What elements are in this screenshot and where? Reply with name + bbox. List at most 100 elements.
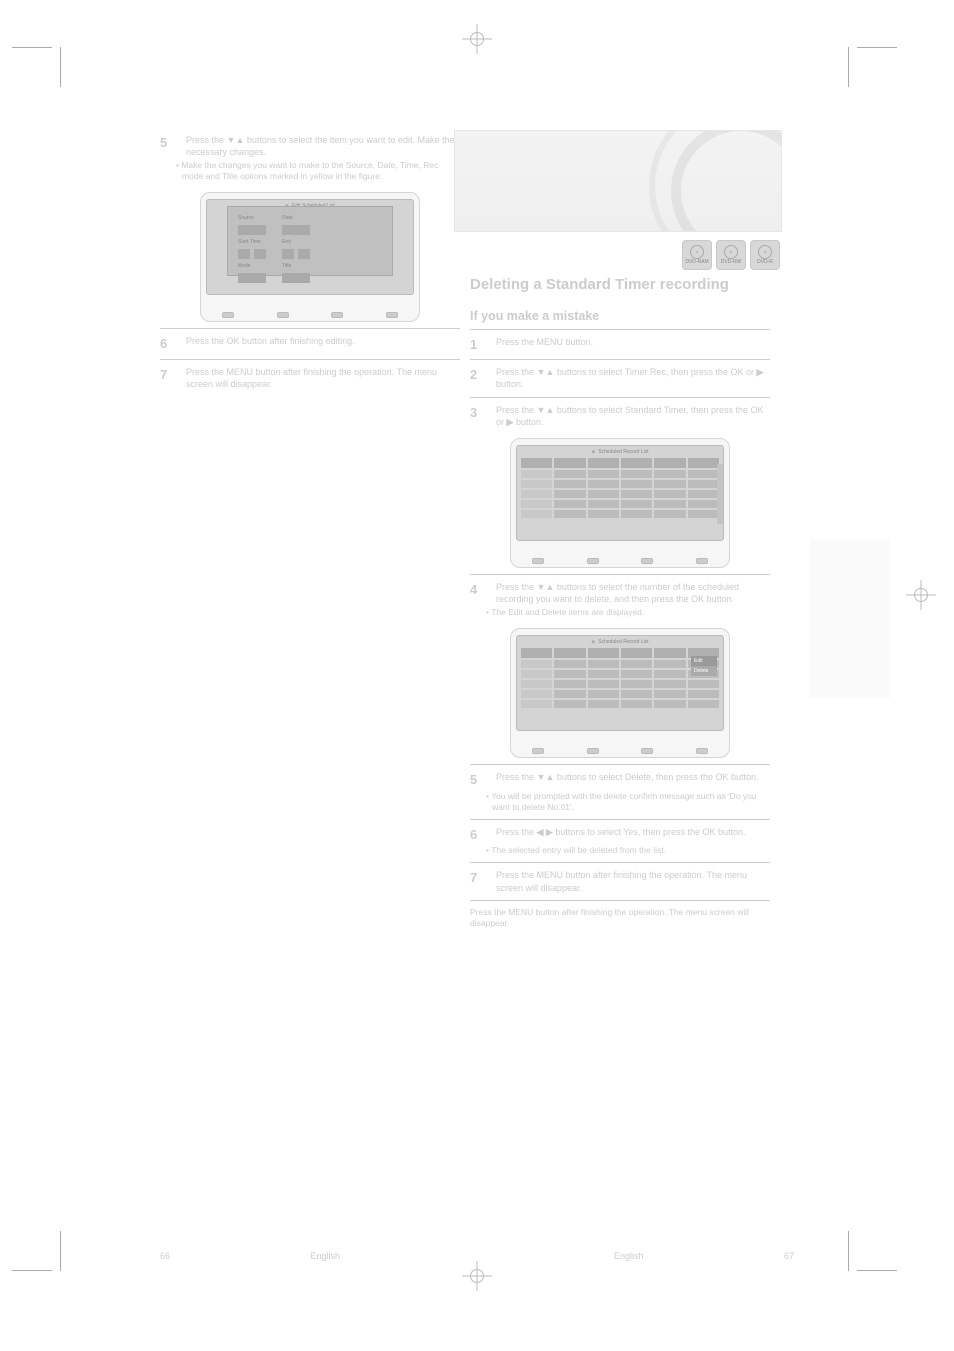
page-footer-right: English 67 xyxy=(614,1251,794,1261)
step-5: 5 Press the ▼▲ buttons to select Delete,… xyxy=(470,771,770,789)
step-number: 6 xyxy=(160,335,178,353)
field-box xyxy=(238,225,266,235)
right-arrow-icon: ▶ xyxy=(756,367,763,377)
diamond-icon: ◆ xyxy=(591,639,595,645)
menu-item: Delete xyxy=(691,666,717,676)
step-number: 5 xyxy=(160,134,178,158)
bullet-text: Make the changes you want to make to the… xyxy=(182,160,460,182)
step-7: 7 Press the MENU button after finishing … xyxy=(470,869,770,893)
field-label: Start Time xyxy=(238,239,261,245)
step-7: 7 Press the MENU button after finishing … xyxy=(160,366,460,390)
screen-table xyxy=(517,456,723,520)
step-number: 7 xyxy=(160,366,178,390)
step-text: Press the ▼▲ buttons to select the numbe… xyxy=(496,581,770,605)
updown-arrows-icon: ▼▲ xyxy=(537,772,555,782)
table-row xyxy=(521,490,719,498)
screen-title: ◆Scheduled Record List xyxy=(517,636,723,646)
step-5: 5 Press the ▼▲ buttons to select the ite… xyxy=(160,134,460,158)
closing-text: Press the MENU button after finishing th… xyxy=(470,907,770,929)
step-text: Press the OK button after finishing edit… xyxy=(186,335,355,353)
screen-inner: ◆Edit Scheduled List Source Start Time M… xyxy=(206,199,414,295)
field-box xyxy=(254,249,266,259)
field-box xyxy=(282,249,294,259)
crop-mark xyxy=(12,1211,92,1291)
right-column: ⊙DVD-RAM ⊙DVD-RW ⊙DVD-R Deleting a Stand… xyxy=(470,130,770,933)
registration-mark xyxy=(462,1261,492,1291)
disc-icon: ⊙ xyxy=(724,245,738,259)
table-row xyxy=(521,510,719,518)
field-label: Title xyxy=(282,263,291,269)
step-text: Press the MENU button. xyxy=(496,336,593,354)
crop-mark xyxy=(817,27,897,107)
updown-arrows-icon: ▼▲ xyxy=(537,582,555,592)
step-text: Press the ▼▲ buttons to select Delete, t… xyxy=(496,771,758,789)
table-header-cell xyxy=(621,458,652,468)
page-footer-left: 66 English xyxy=(160,1251,340,1261)
tv-screen-list: ◆Scheduled Record List xyxy=(510,438,730,568)
page-lang: English xyxy=(310,1251,340,1261)
footer-btn xyxy=(696,748,708,754)
table-header-row xyxy=(521,648,719,658)
table-header-cell xyxy=(654,458,685,468)
footer-btn xyxy=(386,312,398,318)
field-box xyxy=(238,249,250,259)
table-row xyxy=(521,690,719,698)
footer-btn xyxy=(641,558,653,564)
field-label: End xyxy=(282,239,291,245)
footer-btn xyxy=(532,748,544,754)
footer-btn xyxy=(587,748,599,754)
footer-btn xyxy=(277,312,289,318)
diamond-icon: ◆ xyxy=(591,449,595,455)
registration-mark xyxy=(462,24,492,54)
table-row xyxy=(521,500,719,508)
disc-icon: ⊙ xyxy=(690,245,704,259)
step-text: Press the ▼▲ buttons to select Standard … xyxy=(496,404,770,428)
crop-mark xyxy=(12,27,92,107)
table-header-cell xyxy=(521,458,552,468)
step-number: 3 xyxy=(470,404,488,428)
step-4: 4 Press the ▼▲ buttons to select the num… xyxy=(470,581,770,605)
dvd-r-badge: ⊙DVD-R xyxy=(750,240,780,270)
field-label: Date xyxy=(282,215,293,221)
divider xyxy=(160,359,460,360)
updown-arrows-icon: ▼▲ xyxy=(537,367,555,377)
footer-btn xyxy=(696,558,708,564)
table-row xyxy=(521,680,719,688)
field-box xyxy=(298,249,310,259)
page-number: 66 xyxy=(160,1251,170,1261)
divider xyxy=(470,862,770,863)
tv-screen-edit: ◆Edit Scheduled List Source Start Time M… xyxy=(200,192,420,322)
footer-btn xyxy=(331,312,343,318)
field-box xyxy=(282,273,310,283)
step-text: Press the MENU button after finishing th… xyxy=(496,869,770,893)
table-row xyxy=(521,670,719,678)
step-6: 6 Press the OK button after finishing ed… xyxy=(160,335,460,353)
step-text: Press the ▼▲ buttons to select the item … xyxy=(186,134,460,158)
banner xyxy=(454,130,782,232)
edit-col-b: Date End Title xyxy=(282,215,310,283)
dvd-rw-badge: ⊙DVD-RW xyxy=(716,240,746,270)
divider xyxy=(470,900,770,901)
table-row xyxy=(521,470,719,478)
step-3: 3 Press the ▼▲ buttons to select Standar… xyxy=(470,404,770,428)
field-box xyxy=(238,273,266,283)
tv-screen-list-popup: ◆Scheduled Record List Edit Delete xyxy=(510,628,730,758)
step-number: 7 xyxy=(470,869,488,893)
table-header-row xyxy=(521,458,719,468)
menu-item: Edit xyxy=(691,656,717,666)
step-text: Press the ▼▲ buttons to select Timer Rec… xyxy=(496,366,770,390)
divider xyxy=(470,764,770,765)
field-label: Source xyxy=(238,215,254,221)
subheading: If you make a mistake xyxy=(470,309,770,323)
screen-footer xyxy=(511,555,729,567)
crop-mark xyxy=(817,1211,897,1291)
edit-panel: Source Start Time Mode Date End xyxy=(227,206,393,276)
step-text: Press the ◀ ▶ buttons to select Yes, the… xyxy=(496,826,746,844)
divider xyxy=(470,819,770,820)
table-header-cell xyxy=(688,458,719,468)
step-text: Press the MENU button after finishing th… xyxy=(186,366,460,390)
table-row xyxy=(521,480,719,488)
disc-type-badges: ⊙DVD-RAM ⊙DVD-RW ⊙DVD-R xyxy=(682,240,780,270)
table-header-cell xyxy=(588,458,619,468)
disc-icon: ⊙ xyxy=(758,245,772,259)
